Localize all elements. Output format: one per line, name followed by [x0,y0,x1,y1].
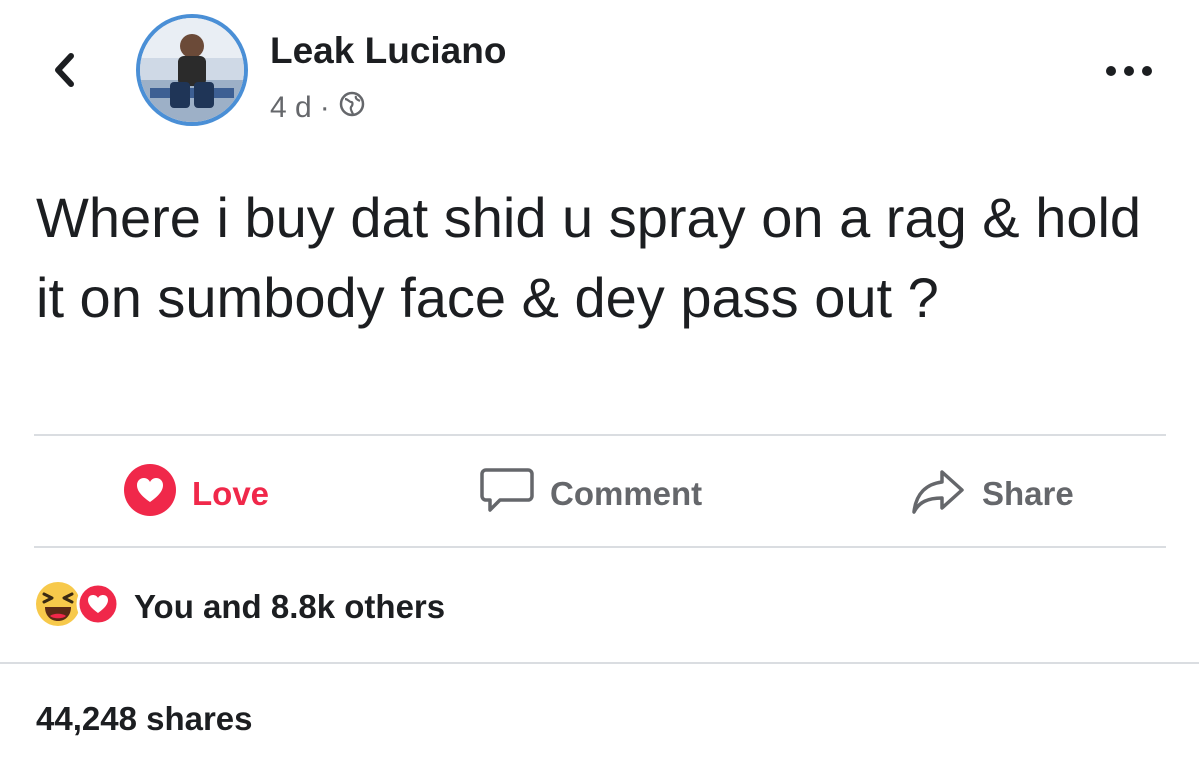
back-button[interactable] [40,48,88,96]
post-meta: 4 d · [270,90,366,126]
share-arrow-icon [908,464,968,524]
post-time[interactable]: 4 d [270,91,312,125]
share-button[interactable]: Share [908,466,1074,522]
comment-label: Comment [550,475,703,512]
meta-separator: · [319,91,330,124]
more-options-button[interactable] [1099,58,1159,88]
globe-icon [338,90,366,126]
comment-button[interactable]: Comment [478,466,702,522]
divider-top [34,434,1166,436]
more-dots-icon [1105,64,1153,82]
love-reaction-small-icon [76,582,120,631]
shares-count[interactable]: 44,248 shares [36,700,253,738]
avatar[interactable] [136,14,248,126]
love-button[interactable]: Love [122,464,270,522]
share-label: Share [982,475,1074,512]
post-text: Where i buy dat shid u spray on a rag & … [36,186,1142,329]
divider-bottom [0,662,1199,664]
comment-bubble-icon [478,464,536,524]
reactions-text: You and 8.8k others [134,587,446,625]
author-name[interactable]: Leak Luciano [270,30,506,72]
love-reaction-icon [122,462,178,526]
reactions-summary[interactable]: You and 8.8k others [34,580,445,633]
divider-middle [34,546,1166,548]
love-label: Love [192,475,270,512]
haha-emoji-icon [34,580,82,633]
chevron-left-icon [51,50,77,95]
